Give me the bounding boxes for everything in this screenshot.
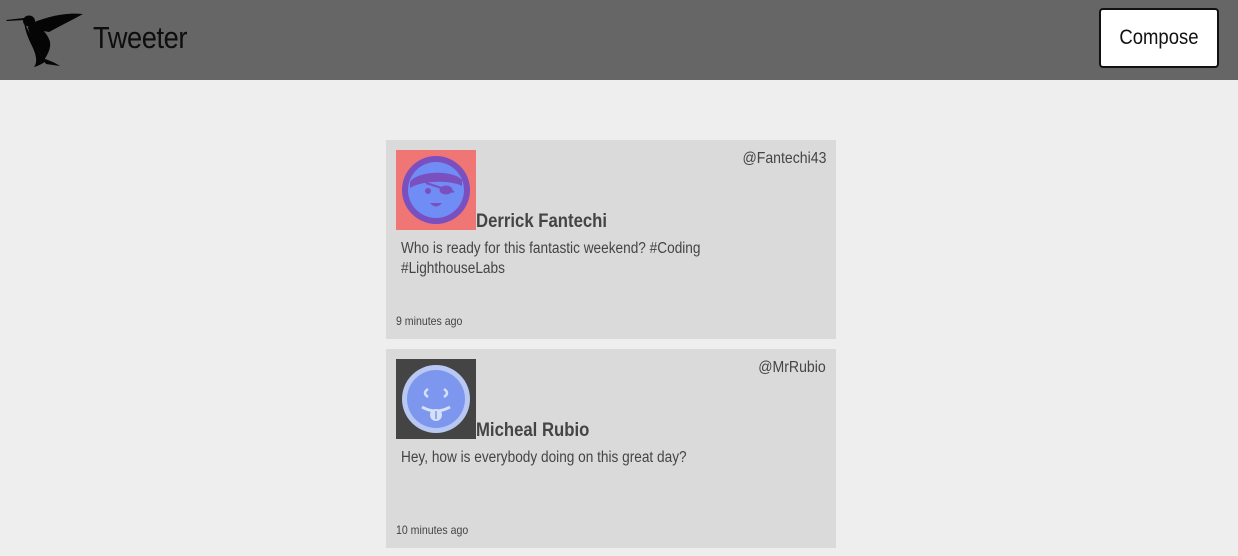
tweet-text: Hey, how is everybody doing on this grea… bbox=[401, 449, 687, 466]
tweet-handle[interactable]: @MrRubio bbox=[759, 359, 826, 377]
tongue-face-avatar bbox=[396, 359, 476, 439]
tweet-card: @Fantechi43 Derrick Fantechi Who is read… bbox=[386, 140, 836, 339]
navbar: Tweeter Compose bbox=[0, 0, 1238, 80]
tweet-timestamp: 9 minutes ago bbox=[396, 314, 463, 328]
tweet-timestamp: 10 minutes ago bbox=[396, 523, 469, 537]
tweet-handle[interactable]: @Fantechi43 bbox=[742, 150, 826, 168]
hummingbird-icon[interactable] bbox=[6, 8, 84, 68]
tweet-card: @MrRubio Micheal Rubio Hey, how is every… bbox=[386, 349, 836, 548]
tweet-author-name: Micheal Rubio bbox=[476, 420, 590, 441]
compose-button-label: Compose bbox=[1119, 26, 1199, 49]
brand-title: Tweeter bbox=[93, 20, 187, 55]
pirate-face-avatar bbox=[396, 150, 476, 230]
tweet-text: Who is ready for this fantastic weekend?… bbox=[401, 240, 701, 277]
compose-button[interactable]: Compose bbox=[1099, 8, 1219, 68]
tweet-author-name: Derrick Fantechi bbox=[476, 211, 608, 232]
